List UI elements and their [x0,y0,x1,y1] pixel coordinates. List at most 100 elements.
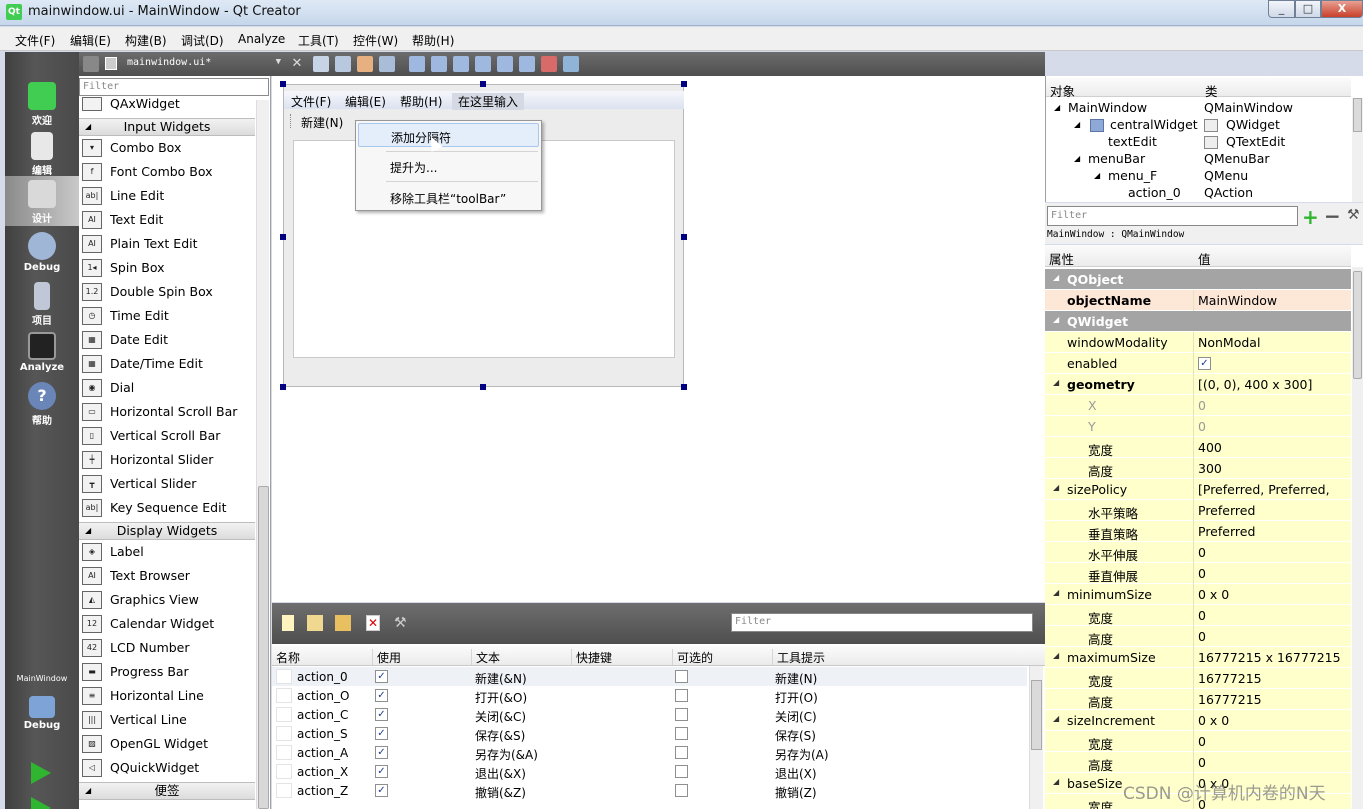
menu-tools[interactable]: 工具(T) [298,32,339,49]
expand-triangle-icon[interactable]: ◢ [1053,273,1059,282]
resize-handle[interactable] [280,234,286,240]
col-property[interactable]: 属性 [1049,249,1074,268]
widget-item[interactable]: f Font Combo Box [79,160,255,184]
property-value[interactable]: MainWindow [1198,293,1277,308]
property-row[interactable]: ◢ minimumSize 0 x 0 [1045,584,1351,605]
menu-edit[interactable]: 编辑(E) [70,32,111,49]
property-row[interactable]: 高度 300 [1045,458,1351,479]
close-document-icon[interactable]: ✕ [289,56,305,72]
resize-handle[interactable] [681,234,687,240]
scrollbar-thumb[interactable] [1353,98,1362,132]
enabled-checkbox[interactable]: ✓ [1198,357,1211,370]
layout-horizontal-icon[interactable] [409,56,425,72]
widget-item[interactable]: ▬ Progress Bar [79,660,255,684]
resize-handle[interactable] [280,81,286,87]
expand-triangle-icon[interactable]: ◢ [1053,315,1059,324]
scrollbar-thumb[interactable] [1031,680,1042,750]
menu-help[interactable]: 帮助(H) [412,32,454,49]
widget-item[interactable]: ▦ Date Edit [79,328,255,352]
property-value[interactable]: 0 [1198,608,1206,623]
widget-item[interactable]: ◉ Dial [79,376,255,400]
edit-tab-order-icon[interactable] [379,56,395,72]
widget-item[interactable]: ▦ Date/Time Edit [79,352,255,376]
edit-buddies-icon[interactable] [357,56,373,72]
widget-item[interactable]: ▨ OpenGL Widget [79,732,255,756]
adjust-size-icon[interactable] [563,56,579,72]
kit-selector[interactable]: Debug [5,692,79,742]
widget-item[interactable]: ◷ Time Edit [79,304,255,328]
action-row[interactable]: action_O ✓ 打开(&O) 打开(O) [272,686,1027,705]
widget-item[interactable]: AI Plain Text Edit [79,232,255,256]
splitter-horizontal-icon[interactable] [453,56,469,72]
action-checkable-checkbox[interactable] [675,670,688,683]
document-selector[interactable]: mainwindow.ui* ▼ [101,55,281,73]
property-value[interactable]: 16777215 x 16777215 [1198,650,1341,665]
expand-triangle-icon[interactable]: ◢ [1053,714,1059,723]
menu-debug[interactable]: 调试(D) [181,32,224,49]
mode-welcome[interactable]: 欢迎 [5,78,79,128]
action-used-checkbox[interactable]: ✓ [375,708,388,721]
resize-handle[interactable] [480,384,486,390]
widget-item[interactable]: ┿ Horizontal Slider [79,448,255,472]
object-name[interactable]: menuBar [1088,151,1145,168]
property-row[interactable]: 高度 16777215 [1045,689,1351,710]
action-checkable-checkbox[interactable] [675,746,688,759]
property-row[interactable]: ◢ sizeIncrement 0 x 0 [1045,710,1351,731]
form-menubar[interactable]: 文件(F) 编辑(E) 帮助(H) 在这里输入 [284,91,684,110]
form-menu-help[interactable]: 帮助(H) [400,93,442,110]
action-checkable-checkbox[interactable] [675,689,688,702]
menu-controls[interactable]: 控件(W) [353,32,398,49]
widget-item-qaxwidget[interactable]: QAxWidget [79,93,255,117]
action-used-checkbox[interactable]: ✓ [375,727,388,740]
layout-grid-icon[interactable] [519,56,535,72]
toolbar-action-new[interactable]: 新建(N) [301,114,343,131]
category-convenient[interactable]: ◢ 便签 [79,782,255,800]
action-used-checkbox[interactable]: ✓ [375,689,388,702]
maximize-button[interactable]: □ [1295,0,1321,18]
action-used-checkbox[interactable]: ✓ [375,746,388,759]
edit-signals-icon[interactable] [335,56,351,72]
property-row[interactable]: 高度 0 [1045,752,1351,773]
ctx-add-separator[interactable]: 添加分隔符 [358,123,539,147]
property-row[interactable]: ◢ QWidget [1045,311,1351,332]
mode-edit[interactable]: 编辑 [5,128,79,178]
property-value[interactable]: 16777215 [1198,692,1262,707]
col-text[interactable]: 文本 [471,649,500,665]
splitter-vertical-icon[interactable] [475,56,491,72]
form-menu-file[interactable]: 文件(F) [291,93,331,110]
resize-handle[interactable] [681,81,687,87]
col-object[interactable]: 对象 [1050,81,1075,100]
layout-form-icon[interactable] [497,56,513,72]
ctx-promote-to[interactable]: 提升为... [358,154,539,178]
widget-item[interactable]: ▯ Vertical Scroll Bar [79,424,255,448]
property-value[interactable]: 0 [1198,545,1206,560]
action-filter-input[interactable]: Filter [731,613,1033,632]
property-value[interactable]: 300 [1198,461,1222,476]
property-row[interactable]: ◢sizePolicy[Preferred, Preferred, 0,... [1045,479,1351,512]
action-row[interactable]: action_0 ✓ 新建(&N) 新建(N) [272,667,1027,686]
resize-handle[interactable] [280,384,286,390]
property-row[interactable]: 宽度 400 [1045,437,1351,458]
widget-item[interactable]: 12 Calendar Widget [79,612,255,636]
break-layout-icon[interactable] [541,56,557,72]
scrollbar-thumb[interactable] [1353,271,1362,379]
menu-analyze[interactable]: Analyze [238,32,285,46]
widgetbox-scrollbar[interactable] [256,100,269,809]
object-name[interactable]: centralWidget [1110,117,1198,134]
property-value[interactable]: 16777215 [1198,671,1262,686]
menu-file[interactable]: 文件(F) [15,32,55,49]
object-name[interactable]: textEdit [1108,134,1157,151]
property-value[interactable]: 0 [1198,419,1206,434]
action-row[interactable]: action_Z ✓ 撤销(&Z) 撤销(Z) [272,781,1027,800]
ctx-remove-toolbar[interactable]: 移除工具栏“toolBar” [358,185,539,209]
close-button[interactable]: X [1321,0,1363,18]
col-value[interactable]: 值 [1198,249,1211,268]
property-row[interactable]: 水平策略 Preferred [1045,500,1351,521]
col-class[interactable]: 类 [1205,81,1218,100]
property-value[interactable]: 400 [1198,440,1222,455]
action-used-checkbox[interactable]: ✓ [375,670,388,683]
expand-triangle-icon[interactable]: ◢ [1094,171,1100,183]
scrollbar-thumb[interactable] [258,486,269,809]
delete-action-icon[interactable]: ✕ [366,615,380,631]
action-checkable-checkbox[interactable] [675,708,688,721]
